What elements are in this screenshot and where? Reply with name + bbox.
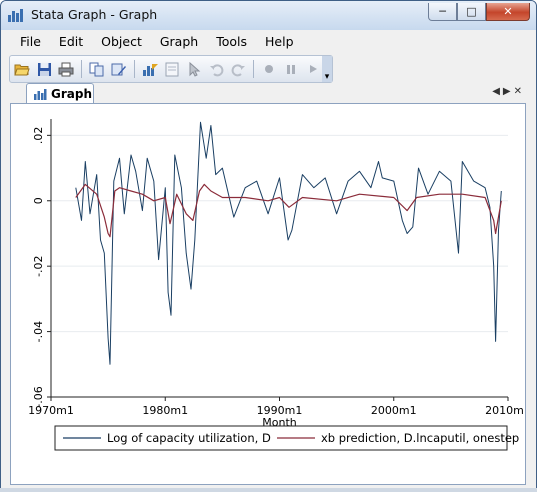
legend: Log of capacity utilization, D xb predict… — [54, 425, 519, 451]
tab-label: Graph — [51, 86, 92, 101]
window-title: Stata Graph - Graph — [31, 7, 158, 22]
y-tick-label: -.02 — [32, 255, 45, 276]
play-icon[interactable] — [303, 59, 323, 79]
x-tick-label: 2010m1 — [485, 404, 525, 417]
minimize-icon: ─ — [439, 5, 446, 18]
pause-icon[interactable] — [281, 59, 301, 79]
close-icon: ✕ — [503, 5, 513, 18]
legend-label: Log of capacity utilization, D — [107, 431, 271, 445]
window-controls: ─ □ ✕ — [428, 3, 530, 21]
minimize-button[interactable]: ─ — [428, 3, 457, 21]
menu-help[interactable]: Help — [256, 31, 303, 53]
toolbar-separator — [134, 60, 135, 78]
undo-icon[interactable] — [206, 59, 226, 79]
graph-editor-icon[interactable] — [140, 59, 160, 79]
tab-right-arrow-icon[interactable]: ▶ — [503, 86, 514, 97]
close-button[interactable]: ✕ — [486, 3, 530, 21]
y-tick-label: .02 — [32, 127, 45, 144]
stata-graph-window: Stata Graph - Graph ─ □ ✕ File Edit Obje… — [0, 0, 537, 492]
graph-area: .02 0 -.02 -.04 -.06 1970m1 1980m1 1990m1 2000m1… — [10, 103, 526, 485]
menu-object[interactable]: Object — [92, 31, 151, 53]
legend-label: xb prediction, D.lncaputil, onestep — [321, 431, 519, 445]
pointer-icon[interactable] — [184, 59, 204, 79]
tab-close-icon[interactable]: ✕ — [514, 86, 525, 97]
line-chart: .020-.02-.04-.061970m1 1980m1 1990m1 2000m1… — [11, 104, 525, 484]
maximize-button[interactable]: □ — [457, 3, 486, 21]
open-icon[interactable] — [12, 59, 32, 79]
toolbar-overflow-chevron-icon[interactable]: ▾ — [322, 56, 332, 82]
menu-graph[interactable]: Graph — [151, 31, 207, 53]
redo-icon[interactable] — [228, 59, 248, 79]
tab-scroll-arrows: ◀▶✕ — [492, 86, 525, 97]
y-tick-label: -.04 — [32, 321, 45, 342]
menu-file[interactable]: File — [1, 31, 50, 53]
object-browser-icon[interactable] — [162, 59, 182, 79]
graph-tab-icon — [34, 88, 47, 100]
title-bar[interactable]: Stata Graph - Graph ─ □ ✕ — [1, 1, 536, 30]
rename-icon[interactable] — [109, 59, 129, 79]
menu-bar: File Edit Object Graph Tools Help — [1, 31, 536, 53]
menu-tools[interactable]: Tools — [207, 31, 256, 53]
x-tick-label: 1980m1 — [142, 404, 188, 417]
menu-edit[interactable]: Edit — [50, 31, 92, 53]
x-tick-label: 1970m1 — [28, 404, 74, 417]
x-tick-label: 2000m1 — [371, 404, 417, 417]
graph-window-client: Graph ◀▶✕ .02 0 -.02 -.04 -.06 1970m1 1980m1 19… — [6, 83, 531, 487]
toolbar-separator — [81, 60, 82, 78]
record-icon[interactable] — [259, 59, 279, 79]
window-bottom-border — [0, 488, 537, 492]
copy-icon[interactable] — [87, 59, 107, 79]
save-icon[interactable] — [34, 59, 54, 79]
graph-app-icon — [8, 9, 23, 22]
tab-graph[interactable]: Graph — [26, 83, 94, 103]
y-tick-label: 0 — [32, 197, 45, 204]
toolbar-separator — [253, 60, 254, 78]
tab-left-arrow-icon[interactable]: ◀ — [492, 86, 503, 97]
print-icon[interactable] — [56, 59, 76, 79]
toolbar: ▾ — [9, 55, 333, 83]
maximize-icon: □ — [466, 5, 477, 18]
